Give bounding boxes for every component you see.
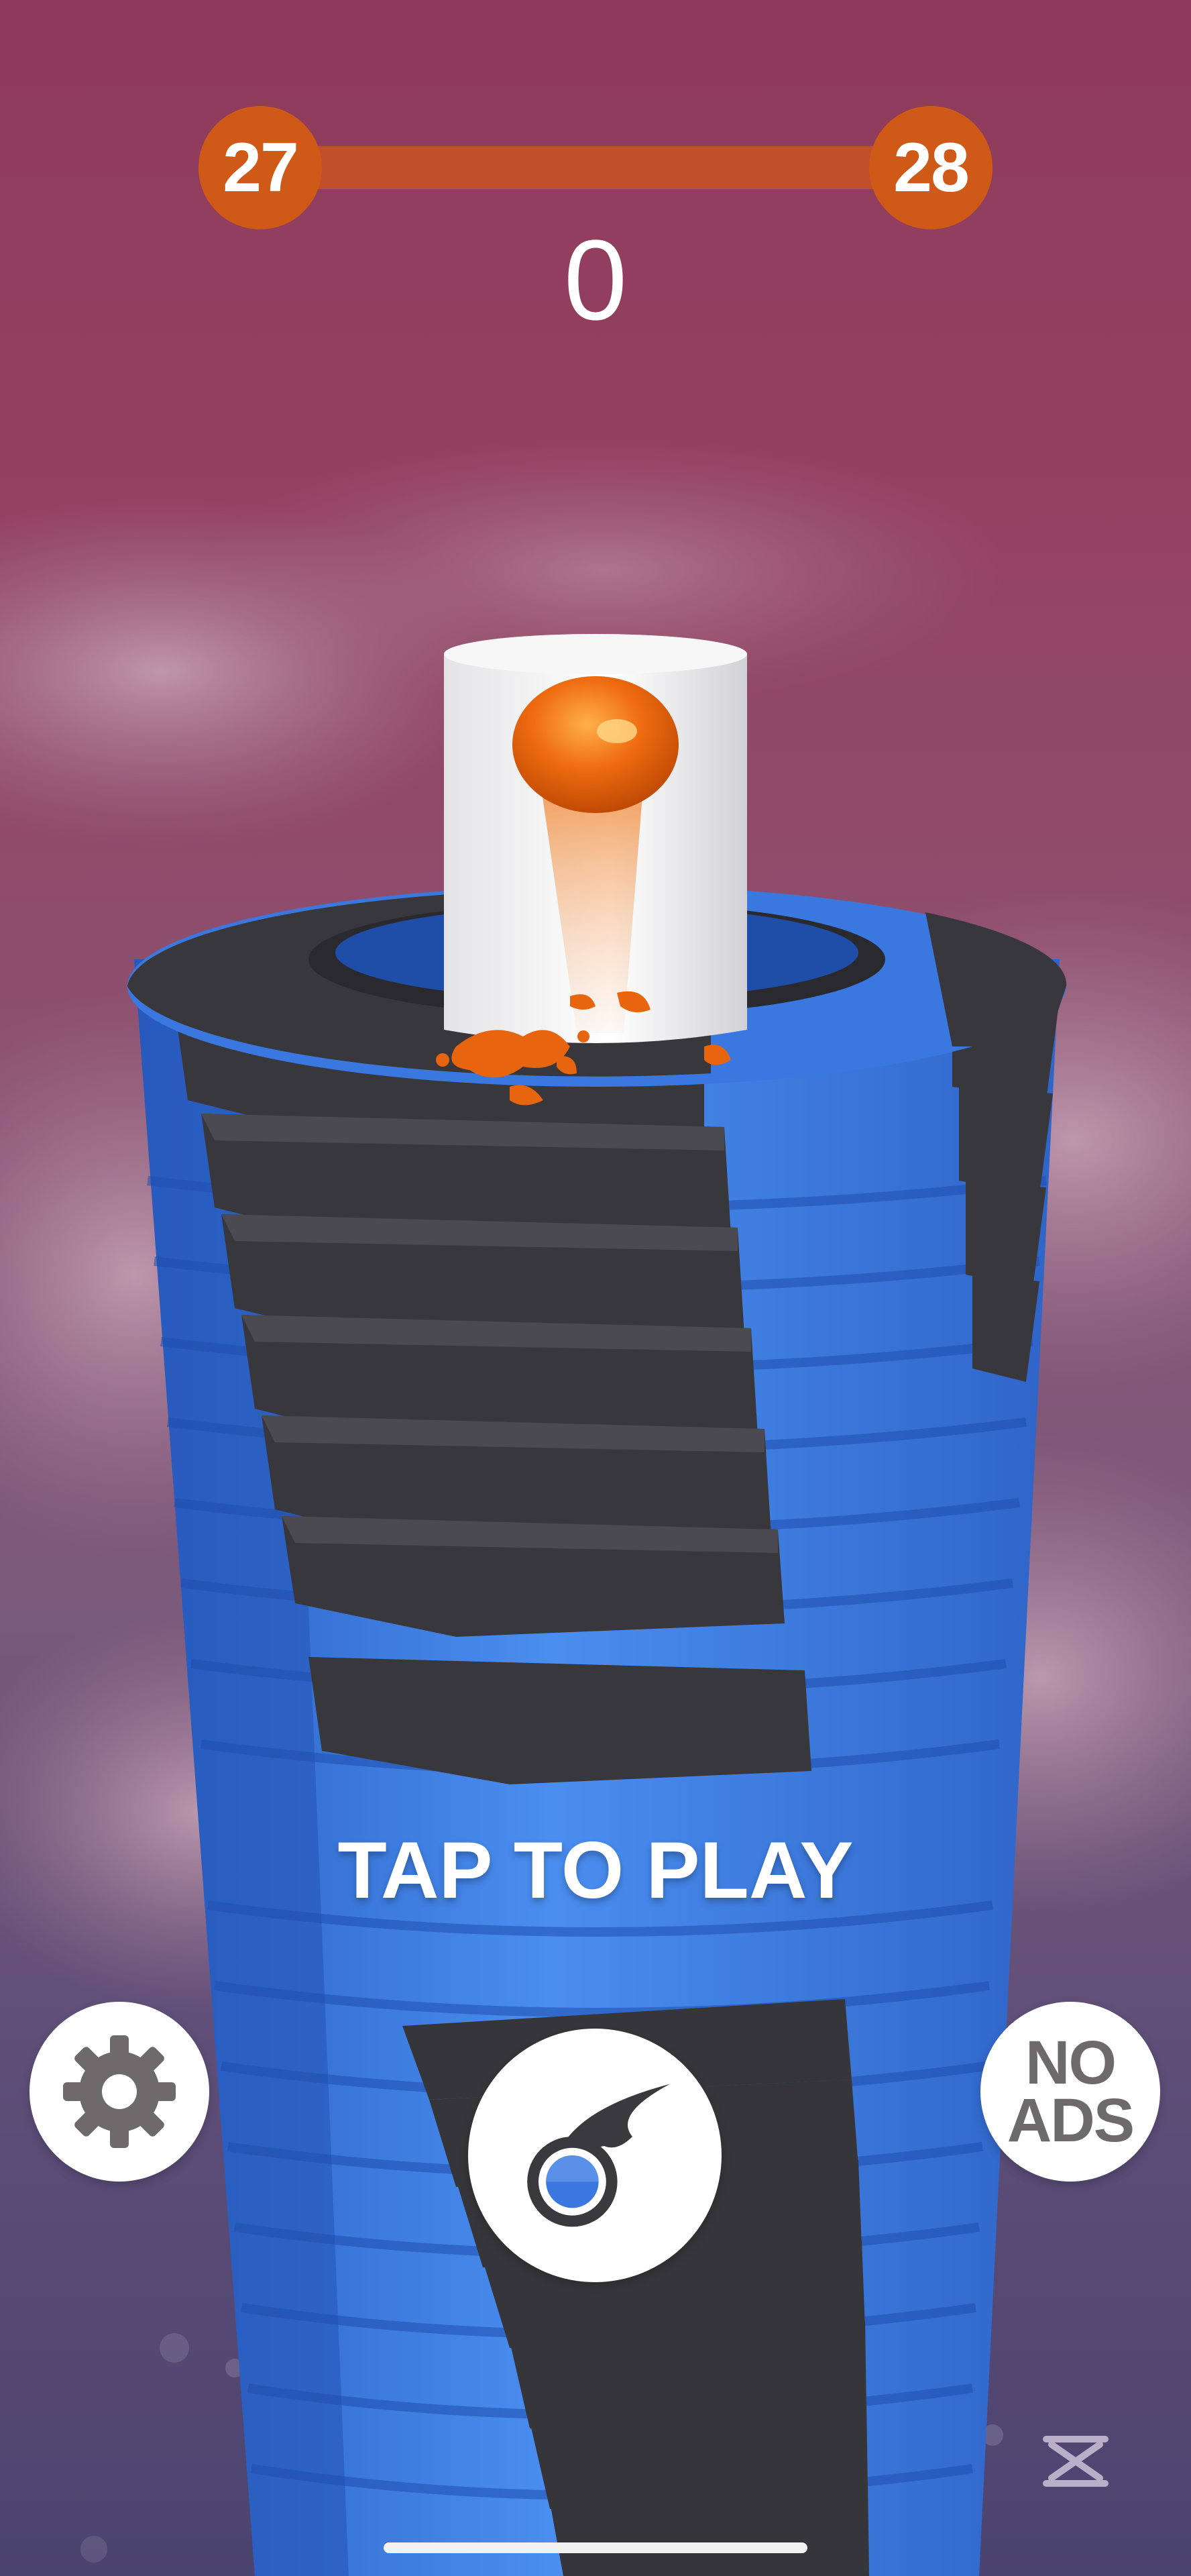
no-ads-line-2: ADS xyxy=(1007,2086,1135,2155)
no-ads-button[interactable]: NO ADS xyxy=(980,2002,1160,2182)
settings-button[interactable] xyxy=(30,2002,209,2182)
gear-icon xyxy=(63,2035,176,2148)
comet-ball-icon xyxy=(527,2084,670,2227)
tap-to-play-prompt[interactable]: TAP TO PLAY xyxy=(0,1817,1191,1924)
score-counter: 0 xyxy=(563,217,628,344)
current-level-badge: 27 xyxy=(198,106,322,229)
next-level-badge: 28 xyxy=(869,106,992,229)
level-progress-bar xyxy=(282,146,925,189)
game-scene[interactable]: 27 28 0 TAP TO PLAY NO ADS xyxy=(0,0,1191,2576)
watermark-logo-icon xyxy=(1043,2436,1109,2487)
home-indicator[interactable] xyxy=(384,2542,807,2553)
no-ads-label: NO ADS xyxy=(1007,2029,1135,2155)
ball-skin-button[interactable] xyxy=(468,2029,722,2282)
no-ads-line-1: NO xyxy=(1025,2029,1117,2097)
